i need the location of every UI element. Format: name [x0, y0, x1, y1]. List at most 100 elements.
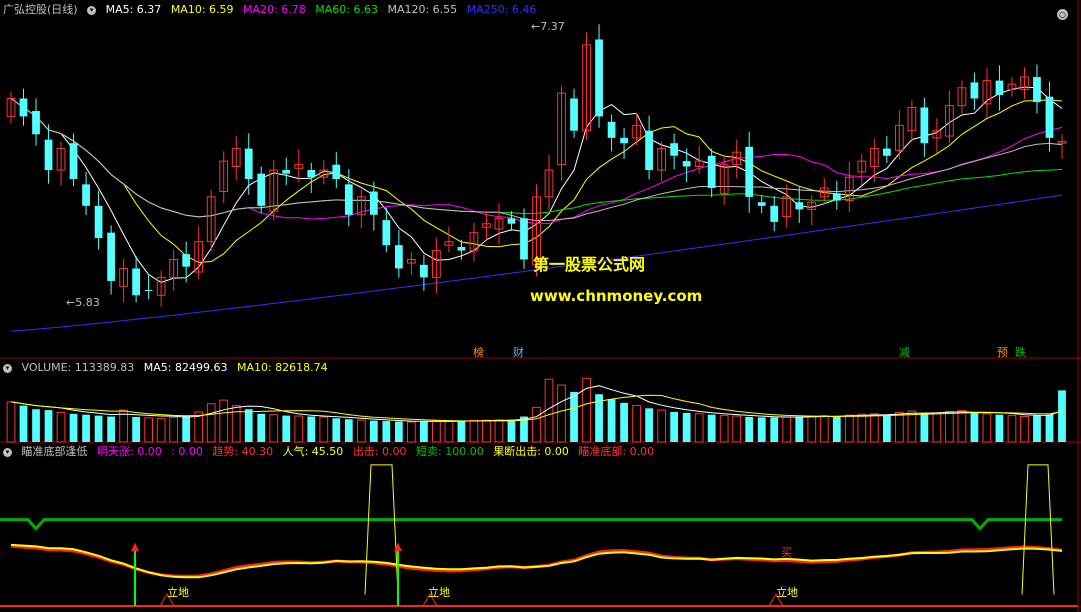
volume-bar-0: [6, 401, 16, 443]
volume-bar-83: [1045, 414, 1054, 442]
volume-bar-38: [482, 419, 491, 443]
dropdown-icon[interactable]: ▾: [87, 6, 97, 15]
candle-body-59: [745, 146, 754, 197]
ma120-legend: MA120: 6.55: [387, 3, 458, 16]
volume-bar-84: [1058, 390, 1066, 442]
volume-header: ▾ VOLUME: 113389.83 MA5: 82499.63 MA10: …: [3, 360, 334, 376]
legend-qushi: 趋势: 40.30: [212, 445, 274, 458]
legend-mingtian: 明天涨: 0.00: [97, 445, 162, 458]
volume-bar-82: [1033, 415, 1041, 442]
candle-body-26: [332, 164, 341, 179]
volume-bar-70: [882, 414, 891, 442]
low-price-label: ←5.83: [66, 296, 100, 309]
legend-miaozhun: 瞄准底部: 0.00: [578, 445, 655, 458]
dropdown-icon[interactable]: ▾: [3, 364, 12, 373]
candle-body-49: [620, 137, 628, 144]
volume-bar-25: [319, 416, 329, 443]
dropdown-icon[interactable]: ▾: [3, 448, 12, 457]
buy-arrow-head-0: [131, 542, 139, 552]
candle-body-53: [670, 143, 679, 156]
volume-bar-32: [407, 421, 416, 443]
volume-bar-6: [82, 414, 90, 442]
volume-bar-28: [356, 419, 366, 443]
indicator-title[interactable]: 瞄准底部逢低: [22, 445, 88, 458]
event-tag-jian[interactable]: 减: [899, 344, 910, 360]
volume-bar-49: [620, 402, 628, 442]
candle-body-82: [1033, 77, 1041, 103]
volume-bar-81: [1020, 416, 1029, 443]
volume-bar-54: [682, 412, 691, 442]
signal-label-mai: 买: [781, 546, 792, 559]
volume-bar-35: [444, 420, 454, 443]
watermark-title: 第一股票公式网: [533, 255, 646, 274]
renqi-line: [10, 543, 1063, 579]
volume-bar-33: [420, 421, 428, 442]
candle-body-14: [182, 254, 191, 267]
event-tag-die[interactable]: 跌: [1015, 344, 1026, 360]
event-tag-cai[interactable]: 财: [513, 344, 524, 360]
candle-body-40: [507, 218, 516, 224]
volume-bar-7: [94, 415, 103, 442]
volume-bar-57: [719, 415, 729, 443]
stock-title[interactable]: 广弘控股(日线): [3, 3, 78, 16]
volume-bar-59: [745, 416, 754, 442]
volume-bar-23: [294, 415, 304, 443]
volume-bar-56: [707, 414, 716, 442]
main-header: 广弘控股(日线) ▾ MA5: 6.37 MA10: 6.59 MA20: 6.…: [3, 2, 542, 18]
volume-bar-14: [182, 415, 191, 442]
volume-bar-76: [957, 410, 967, 443]
volume-bar-77: [970, 412, 979, 442]
volume-bar-53: [670, 411, 679, 442]
candle-body-63: [795, 202, 804, 210]
search-icon[interactable]: ○: [1057, 3, 1071, 22]
volume-bar-55: [694, 413, 704, 443]
signal-label-lidi-3: 立地: [776, 586, 798, 599]
candle-body-33: [420, 264, 428, 278]
volume-bar-40: [507, 419, 516, 442]
chuji-spike-1: [1021, 464, 1055, 595]
volume-ma-lines: [10, 385, 1063, 422]
volume-bar-20: [257, 413, 266, 442]
candle-body-5: [69, 143, 78, 179]
candle-body-48: [607, 121, 616, 138]
candle-body-6: [82, 184, 90, 206]
ma250-legend: MA250: 6.46: [466, 3, 537, 16]
volume-ma5-legend: MA5: 82499.63: [143, 361, 228, 374]
ma5-legend: MA5: 6.37: [105, 3, 162, 16]
volume-bar-48: [607, 399, 616, 442]
stock-chart: [0, 0, 1081, 612]
volume-bar-36: [457, 420, 466, 442]
volume-ma10-legend: MA10: 82618.74: [236, 361, 328, 374]
volume-bar-27: [344, 419, 353, 442]
volume-bar-80: [1007, 415, 1017, 443]
candle-body-77: [970, 82, 979, 99]
volume-bar-9: [119, 409, 128, 443]
volume-legend: VOLUME: 113389.83: [21, 361, 135, 374]
candle-body-27: [344, 184, 353, 215]
candle-body-61: [770, 205, 779, 222]
ma10-legend: MA10: 6.59: [170, 3, 234, 16]
legend-guoduan: 果断出击: 0.00: [493, 445, 569, 458]
volume-bar-5: [69, 413, 78, 442]
candle-body-47: [595, 39, 603, 117]
candle-body-73: [920, 107, 929, 144]
candle-body-29: [369, 191, 378, 215]
volume-bar-18: [231, 405, 241, 443]
event-tag-bang[interactable]: 榜: [473, 344, 484, 360]
volume-bar-78: [982, 413, 992, 443]
volume-bar-52: [657, 409, 666, 443]
volume-bar-29: [369, 420, 378, 442]
candle-body-30: [382, 220, 391, 246]
candle-body-45: [570, 98, 578, 131]
candle-body-56: [707, 155, 716, 188]
chuji-spike-0: [364, 464, 399, 595]
volume-bar-68: [857, 413, 867, 443]
candle-body-7: [94, 205, 103, 239]
event-tag-yu[interactable]: 预: [997, 344, 1008, 360]
candle-body-2: [32, 111, 40, 135]
volume-bar-8: [107, 416, 115, 442]
candle-body-83: [1045, 96, 1054, 138]
candle-body-24: [307, 170, 316, 178]
volume-bar-17: [219, 399, 229, 443]
volume-bar-31: [394, 421, 403, 442]
